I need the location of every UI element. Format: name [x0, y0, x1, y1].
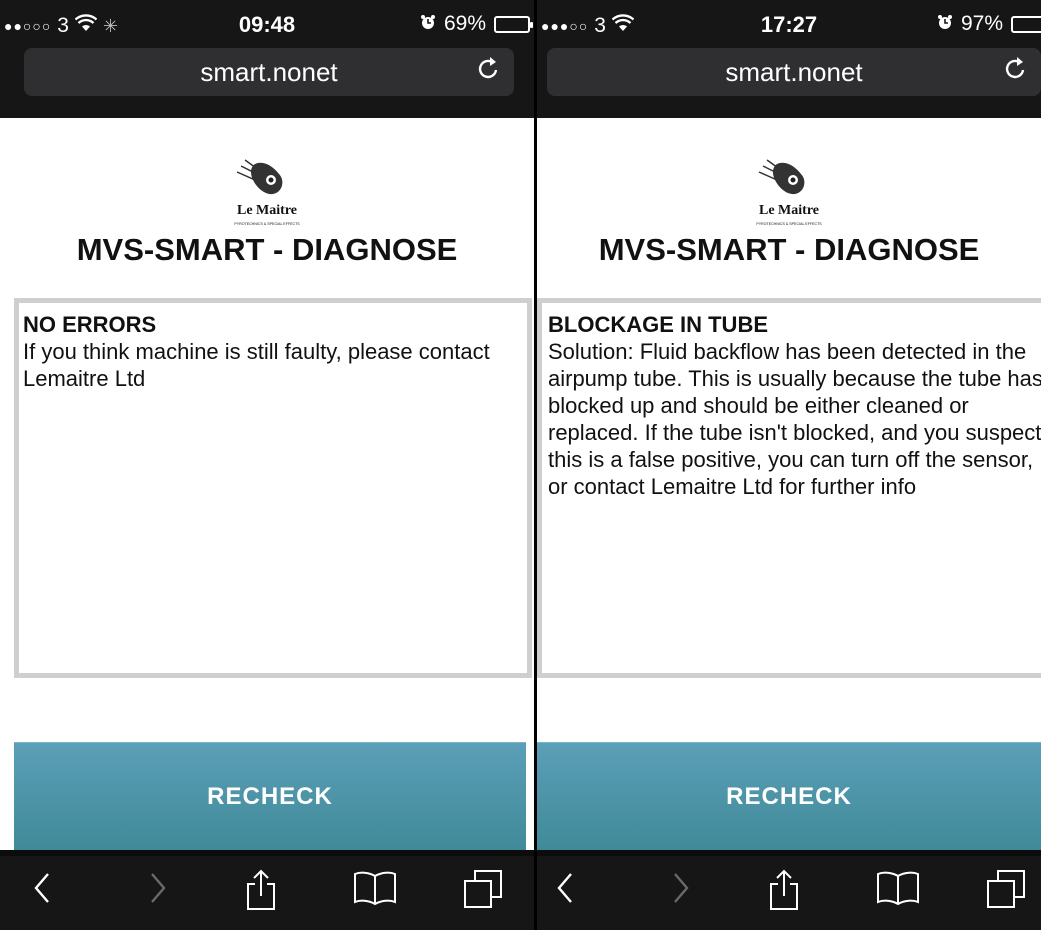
recheck-button[interactable]: RECHECK — [14, 742, 526, 850]
browser-toolbar — [0, 850, 534, 930]
logo-tagline: PYROTECHNICS & SPECIAL EFFECTS — [756, 222, 822, 226]
bookmarks-icon[interactable] — [875, 868, 921, 913]
url-text: smart.nonet — [725, 56, 863, 87]
browser-toolbar — [537, 850, 1041, 930]
share-icon[interactable] — [244, 868, 278, 917]
forward-icon[interactable] — [669, 868, 693, 913]
alarm-icon — [937, 14, 953, 35]
lemaitre-logo: Le Maitre PYROTECHNICS & SPECIAL EFFECTS — [537, 158, 1041, 230]
battery-percent: 69% — [443, 12, 486, 35]
battery-icon — [494, 15, 533, 33]
alarm-icon — [420, 14, 436, 35]
url-text: smart.nonet — [200, 56, 338, 87]
browser-top-bar: ●●○○○ 3 ✳ 09:48 69% smart.nonet — [0, 0, 534, 118]
right-screen: ●●●○○ 3 17:27 97% smart.nonet Le Maitre … — [537, 0, 1041, 930]
status-bar: ●●●○○ 3 17:27 97% — [537, 0, 1041, 50]
diagnostic-result-box: BLOCKAGE IN TUBE Solution: Fluid backflo… — [537, 298, 1041, 678]
logo-brand: Le Maitre — [237, 203, 297, 218]
forward-icon[interactable] — [146, 868, 170, 913]
left-screen: ●●○○○ 3 ✳ 09:48 69% smart.nonet Le Maitr… — [0, 0, 534, 930]
bookmarks-icon[interactable] — [352, 868, 398, 913]
tabs-icon[interactable] — [462, 868, 504, 915]
status-right-group: 69% — [420, 12, 533, 36]
status-bar: ●●○○○ 3 ✳ 09:48 69% — [0, 0, 534, 50]
battery-icon — [1011, 15, 1041, 33]
reload-icon[interactable] — [1005, 55, 1027, 87]
browser-top-bar: ●●●○○ 3 17:27 97% smart.nonet — [537, 0, 1041, 118]
diagnostic-heading: BLOCKAGE IN TUBE — [548, 312, 768, 337]
lemaitre-logo: Le Maitre PYROTECHNICS & SPECIAL EFFECTS — [0, 158, 534, 230]
logo-brand: Le Maitre — [759, 203, 819, 218]
address-bar[interactable]: smart.nonet — [24, 48, 514, 96]
page-title: MVS-SMART - DIAGNOSE — [598, 232, 980, 267]
status-right-group: 97% — [937, 12, 1041, 36]
diagnostic-message: If you think machine is still faulty, pl… — [23, 339, 490, 391]
share-icon[interactable] — [767, 868, 801, 917]
diagnostic-heading: NO ERRORS — [23, 312, 157, 337]
diagnostic-result-box: NO ERRORS If you think machine is still … — [14, 298, 532, 678]
battery-percent: 97% — [960, 12, 1003, 35]
back-icon[interactable] — [553, 868, 577, 913]
address-bar[interactable]: smart.nonet — [547, 48, 1041, 96]
logo-tagline: PYROTECHNICS & SPECIAL EFFECTS — [234, 222, 300, 226]
reload-icon[interactable] — [478, 55, 500, 87]
page-title: MVS-SMART - DIAGNOSE — [76, 232, 458, 267]
recheck-button[interactable]: RECHECK — [537, 742, 1041, 850]
diagnostic-message: Solution: Fluid backflow has been detect… — [548, 339, 1041, 499]
tabs-icon[interactable] — [985, 868, 1027, 915]
back-icon[interactable] — [30, 868, 54, 913]
